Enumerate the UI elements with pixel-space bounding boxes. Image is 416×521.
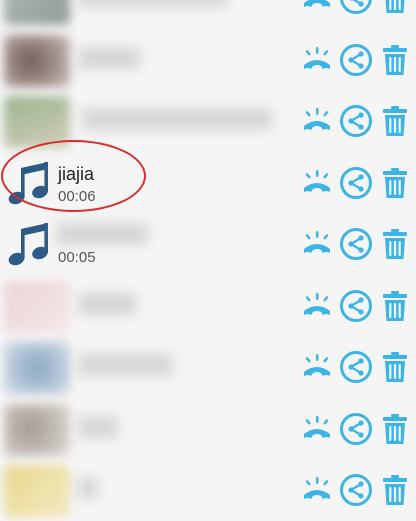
trash-icon[interactable] xyxy=(378,166,412,200)
share-icon[interactable] xyxy=(339,289,373,323)
avatar xyxy=(4,465,70,517)
avatar xyxy=(4,0,70,25)
recording-duration: 00:05 xyxy=(58,249,96,266)
trash-icon[interactable] xyxy=(378,43,412,77)
blurred-title xyxy=(78,46,140,69)
blurred-title xyxy=(78,354,173,376)
hang-up-phone-icon[interactable] xyxy=(300,166,334,200)
hang-up-phone-icon[interactable] xyxy=(300,412,334,446)
hang-up-phone-icon[interactable] xyxy=(300,289,334,323)
blurred-title xyxy=(82,108,272,130)
row-actions xyxy=(295,43,412,77)
recording-list: jiajia 00:06 00:05 xyxy=(0,0,416,521)
row-actions xyxy=(295,104,412,138)
row-actions xyxy=(295,289,412,323)
share-icon[interactable] xyxy=(339,104,373,138)
blurred-title xyxy=(78,0,228,7)
list-item[interactable] xyxy=(0,275,416,337)
trash-icon[interactable] xyxy=(378,289,412,323)
share-icon[interactable] xyxy=(339,43,373,77)
avatar xyxy=(4,342,70,394)
row-actions xyxy=(295,350,412,384)
blurred-title xyxy=(56,223,148,245)
hang-up-phone-icon[interactable] xyxy=(300,43,334,77)
highlight-ellipse xyxy=(1,140,146,212)
trash-icon[interactable] xyxy=(378,227,412,261)
trash-icon[interactable] xyxy=(378,104,412,138)
avatar xyxy=(4,280,70,333)
share-icon[interactable] xyxy=(339,350,373,384)
row-actions xyxy=(295,412,412,446)
trash-icon[interactable] xyxy=(378,0,412,15)
list-item[interactable] xyxy=(0,398,416,460)
list-item[interactable]: 00:05 xyxy=(0,213,416,275)
list-item[interactable] xyxy=(0,336,416,398)
trash-icon[interactable] xyxy=(378,473,412,507)
blurred-title xyxy=(78,415,118,438)
list-item[interactable] xyxy=(0,29,416,91)
avatar xyxy=(4,34,70,87)
row-actions xyxy=(295,473,412,507)
row-actions xyxy=(295,227,412,261)
music-note-icon xyxy=(8,223,48,266)
blurred-title xyxy=(78,477,98,499)
row-actions xyxy=(295,0,412,15)
trash-icon[interactable] xyxy=(378,412,412,446)
share-icon[interactable] xyxy=(339,412,373,446)
share-icon[interactable] xyxy=(339,473,373,507)
row-actions xyxy=(295,166,412,200)
share-icon[interactable] xyxy=(339,227,373,261)
list-item[interactable] xyxy=(0,459,416,521)
blurred-title xyxy=(78,292,136,315)
hang-up-phone-icon[interactable] xyxy=(300,0,334,15)
hang-up-phone-icon[interactable] xyxy=(300,473,334,507)
hang-up-phone-icon[interactable] xyxy=(300,104,334,138)
hang-up-phone-icon[interactable] xyxy=(300,227,334,261)
list-item[interactable] xyxy=(0,0,416,29)
hang-up-phone-icon[interactable] xyxy=(300,350,334,384)
trash-icon[interactable] xyxy=(378,350,412,384)
share-icon[interactable] xyxy=(339,0,373,15)
avatar xyxy=(4,403,70,456)
share-icon[interactable] xyxy=(339,166,373,200)
